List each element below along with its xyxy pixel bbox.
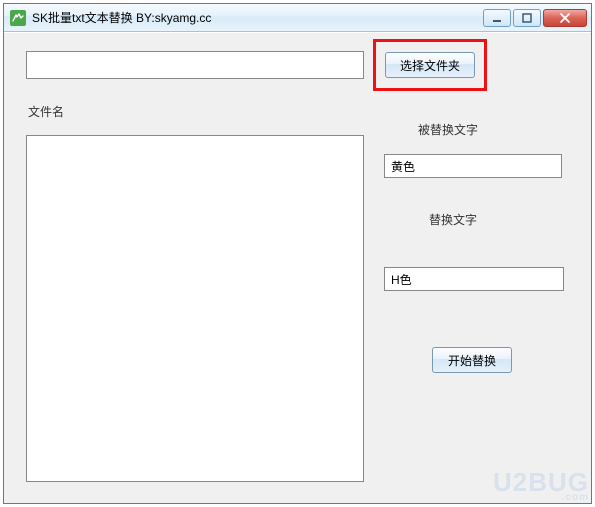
select-folder-highlight: 选择文件夹 (373, 39, 487, 91)
window-controls (483, 9, 587, 27)
select-folder-button[interactable]: 选择文件夹 (385, 52, 475, 78)
replace-text-input[interactable] (384, 267, 564, 291)
start-button[interactable]: 开始替换 (432, 347, 512, 373)
file-list[interactable] (26, 135, 364, 482)
folder-path-input[interactable] (26, 51, 364, 79)
maximize-button[interactable] (513, 9, 541, 27)
filename-label: 文件名 (28, 103, 64, 120)
client-area: 选择文件夹 文件名 被替换文字 替换文字 开始替换 (4, 33, 591, 503)
minimize-button[interactable] (483, 9, 511, 27)
window-frame: SK批量txt文本替换 BY:skyamg.cc 选择文件夹 文件名 被替换文字… (3, 3, 592, 504)
close-button[interactable] (543, 9, 587, 27)
window-title: SK批量txt文本替换 BY:skyamg.cc (32, 9, 483, 26)
replaced-text-input[interactable] (384, 154, 562, 178)
titlebar: SK批量txt文本替换 BY:skyamg.cc (4, 4, 591, 32)
replaced-text-label: 被替换文字 (418, 121, 478, 138)
app-icon (10, 10, 26, 26)
replace-text-label: 替换文字 (429, 211, 477, 228)
